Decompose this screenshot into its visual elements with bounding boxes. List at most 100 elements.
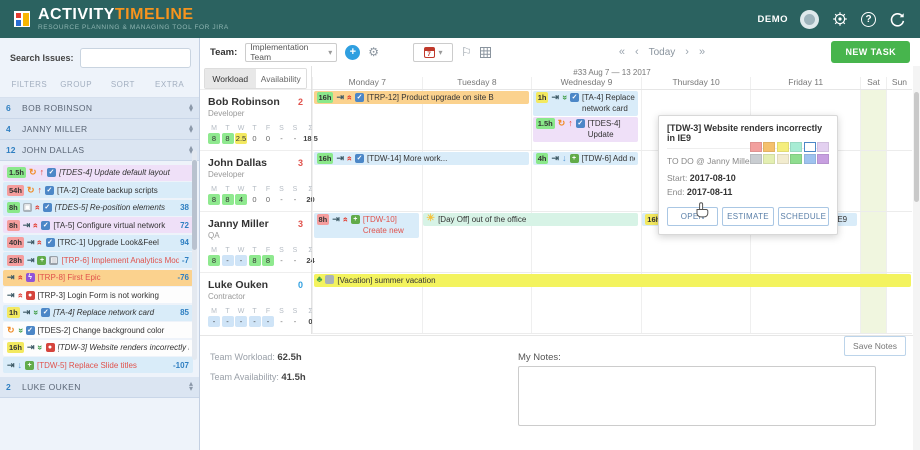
- hours-badge: 40h: [7, 237, 24, 248]
- nav-next-icon[interactable]: ›: [685, 46, 689, 58]
- issue-row[interactable]: 1.5h↻↑✓[TDES-4] Update default layout: [3, 165, 193, 181]
- gear-icon[interactable]: [831, 10, 849, 28]
- refresh-icon[interactable]: [888, 10, 906, 28]
- sidebar-tab-filters[interactable]: FILTERS: [6, 80, 53, 89]
- mini-day-header: W: [235, 308, 247, 315]
- task-card[interactable]: ☀[Day Off] out of the office: [423, 213, 638, 226]
- color-swatch[interactable]: [790, 142, 802, 152]
- timeline-cell[interactable]: [860, 90, 886, 150]
- mini-day-value: -: [262, 316, 274, 327]
- tab-availability[interactable]: Availability: [256, 69, 307, 88]
- resource-name[interactable]: Luke Ouken: [208, 279, 268, 291]
- team-settings-gear-icon[interactable]: ⚙: [368, 45, 379, 59]
- issue-row[interactable]: ⇥«ϟ[TRP-8] First Epic-76: [3, 270, 193, 286]
- mini-day-header: S: [289, 308, 301, 315]
- timeline-cell[interactable]: [886, 90, 912, 150]
- timeline-cell[interactable]: [860, 151, 886, 211]
- issue-row[interactable]: 1h⇥«✓[TA-4] Replace network card85: [3, 305, 193, 321]
- priority-down-icon: ↓: [18, 361, 23, 370]
- priority-highest-icon: «: [33, 205, 42, 210]
- main-toolbar: Team: Implementation Team ▾ + ⚙ 7 ▾ ⚐ « …: [200, 38, 920, 66]
- task-card[interactable]: ♣[Vacation] summer vacation: [314, 274, 911, 287]
- sort-icon[interactable]: ▴▾: [189, 104, 193, 113]
- issue-row[interactable]: 8h▣«✓[TDES-5] Re-position elements38: [3, 200, 193, 216]
- issue-row[interactable]: 16h⇥«●[TDW-3] Website renders incorrectl…: [3, 340, 193, 356]
- schedule-button[interactable]: SCHEDULE: [778, 207, 829, 226]
- issue-row[interactable]: ⇥«●[TRP-3] Login Form is not working: [3, 287, 193, 303]
- resource-name[interactable]: Janny Miller: [208, 218, 269, 230]
- nav-next-fast-icon[interactable]: »: [699, 46, 705, 58]
- avatar[interactable]: [800, 10, 819, 29]
- timeline-cell[interactable]: [860, 212, 886, 272]
- issue-row[interactable]: ⇥↓+[TDW-5] Replace Slide titles-107: [3, 357, 193, 373]
- my-notes-textarea[interactable]: [518, 366, 876, 426]
- task-card[interactable]: 8h⇥«+[TDW-10] Create new marketing web p…: [314, 213, 420, 238]
- mini-day-header: W: [235, 125, 247, 132]
- hours-badge: 8h: [317, 214, 330, 225]
- tab-workload[interactable]: Workload: [205, 69, 256, 88]
- group-header-janny-miller[interactable]: 4JANNY MILLER▴▾: [0, 119, 199, 140]
- mini-day-value: 8: [249, 255, 261, 266]
- color-swatch[interactable]: [750, 142, 762, 152]
- resource-name[interactable]: Bob Robinson: [208, 96, 280, 108]
- group-header-john-dallas[interactable]: 12JOHN DALLAS▴▾: [0, 140, 199, 161]
- task-card[interactable]: 1h⇥«✓[TA-4] Replace network card: [533, 91, 639, 116]
- color-swatch[interactable]: [763, 142, 775, 152]
- task-icon: ✓: [576, 119, 585, 128]
- mini-day-header: S: [289, 186, 301, 193]
- search-issues-input[interactable]: [80, 48, 191, 68]
- timeline-cell[interactable]: [886, 212, 912, 272]
- issue-row[interactable]: 54h↻↑✓[TA-2] Create backup scripts: [3, 182, 193, 198]
- task-card[interactable]: 16h⇥«✓[TDW-14] More work...: [314, 152, 529, 165]
- epic-icon: ϟ: [26, 273, 35, 282]
- add-team-button[interactable]: +: [345, 45, 360, 60]
- task-card[interactable]: 1.5h↻↑✓[TDES-4] Update default layout: [533, 117, 639, 142]
- view-mode-dropdown[interactable]: 7 ▾: [413, 43, 453, 62]
- sidebar-tab-group[interactable]: GROUP: [53, 80, 100, 89]
- sidebar-scrollbar-thumb[interactable]: [192, 160, 197, 250]
- issue-row[interactable]: ↻«✓[TDES-2] Change background color: [3, 322, 193, 338]
- task-card[interactable]: 4h⇥↓+[TDW-6] Add new icons: [533, 152, 639, 165]
- group-header-bob-robinson[interactable]: 6BOB ROBINSON▴▾: [0, 98, 199, 119]
- nav-prev-fast-icon[interactable]: «: [619, 46, 625, 58]
- main-scrollbar-thumb[interactable]: [914, 92, 919, 202]
- bottom-summary: Team Workload: 62.5h Team Availability: …: [200, 335, 920, 450]
- group-header-luke-ouken[interactable]: 2LUKE OUKEN▴▾: [0, 377, 199, 398]
- issue-row[interactable]: 8h⇥«✓[TA-5] Configure virtual network72: [3, 217, 193, 233]
- hours-badge: 8h: [7, 220, 20, 231]
- resource-name[interactable]: John Dallas: [208, 157, 267, 169]
- open-button[interactable]: OPEN: [667, 207, 718, 226]
- color-swatch[interactable]: [777, 154, 789, 164]
- team-select[interactable]: Implementation Team ▾: [245, 43, 337, 62]
- color-swatch[interactable]: [804, 154, 816, 164]
- color-swatch[interactable]: [817, 154, 829, 164]
- new-task-button[interactable]: NEW TASK: [831, 41, 910, 63]
- milestone-flag-icon[interactable]: ⚐: [461, 45, 472, 59]
- color-swatch[interactable]: [750, 154, 762, 164]
- refresh-icon: ↻: [558, 119, 566, 128]
- priority-low-icon: «: [31, 310, 40, 315]
- save-notes-button[interactable]: Save Notes: [844, 336, 906, 356]
- task-card-title: [TDW-10] Create new marketing web page: [363, 214, 416, 238]
- mini-day-header: W: [235, 247, 247, 254]
- sidebar-tab-extra[interactable]: EXTRA: [146, 80, 193, 89]
- estimate-button[interactable]: ESTIMATE: [722, 207, 773, 226]
- today-button[interactable]: Today: [649, 47, 676, 58]
- timeline-row-luke-ouken: ♣[Vacation] summer vacation: [312, 273, 912, 334]
- task-card[interactable]: 16h⇥«✓[TRP-12] Product upgrade on site B: [314, 91, 529, 104]
- issue-row[interactable]: 28h⇥+▤[TRP-6] Implement Analytics Module…: [3, 252, 193, 268]
- color-swatch[interactable]: [790, 154, 802, 164]
- issue-row[interactable]: 40h⇥«✓[TRC-1] Upgrade Look&Feel94: [3, 235, 193, 251]
- sort-icon[interactable]: ▴▾: [189, 125, 193, 134]
- timeline-cell[interactable]: [886, 151, 912, 211]
- issue-title: [TA-4] Replace network card: [53, 308, 177, 317]
- nav-prev-icon[interactable]: ‹: [635, 46, 639, 58]
- color-swatch[interactable]: [777, 142, 789, 152]
- color-swatch[interactable]: [763, 154, 775, 164]
- sort-icon[interactable]: ▴▾: [189, 382, 193, 391]
- sidebar-tab-sort[interactable]: SORT: [100, 80, 147, 89]
- calendar-grid-icon[interactable]: [480, 47, 491, 58]
- help-icon[interactable]: ?: [861, 12, 876, 27]
- color-swatch[interactable]: [817, 142, 829, 152]
- color-swatch[interactable]: [804, 142, 816, 152]
